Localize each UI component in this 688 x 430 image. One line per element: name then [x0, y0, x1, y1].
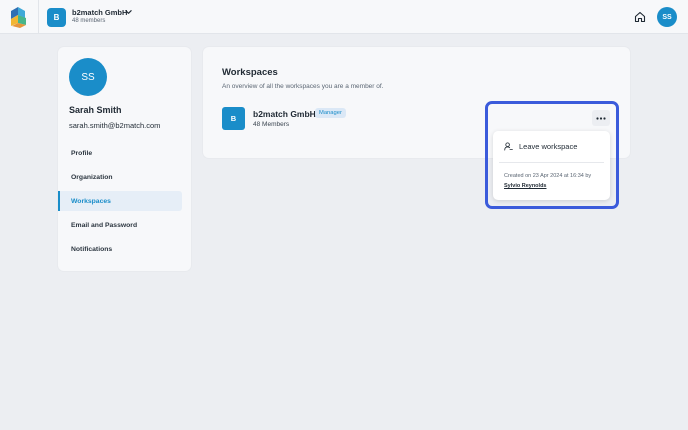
created-info: Created on 23 Apr 2024 at 16:34 by	[504, 173, 592, 179]
more-horizontal-icon	[596, 116, 606, 120]
page-subtitle: An overview of all the workspaces you ar…	[222, 83, 384, 90]
leave-workspace-menu-item[interactable]: Leave workspace	[493, 137, 610, 156]
user-remove-icon	[504, 142, 513, 151]
workspace-member-count: 48 Members	[253, 121, 290, 128]
creator-link[interactable]: Sylvio Reynolds	[504, 183, 547, 189]
topbar-divider	[38, 0, 39, 34]
b2match-logo[interactable]	[9, 6, 29, 28]
workspace-name[interactable]: b2match GmbH	[253, 109, 316, 119]
org-member-count: 48 members	[72, 18, 106, 24]
chevron-down-icon[interactable]	[125, 9, 132, 15]
role-badge: Manager	[315, 108, 346, 118]
nav-item-profile[interactable]: Profile	[58, 143, 191, 163]
org-avatar[interactable]: B	[47, 8, 66, 27]
menu-divider	[499, 162, 604, 163]
workspace-options-menu: Leave workspace Created on 23 Apr 2024 a…	[493, 131, 610, 200]
profile-avatar: SS	[69, 58, 107, 96]
workspace-avatar: B	[222, 107, 245, 130]
profile-card: SS Sarah Smith sarah.smith@b2match.com P…	[58, 47, 191, 271]
user-avatar[interactable]: SS	[657, 7, 677, 27]
nav-item-notifications[interactable]: Notifications	[58, 239, 191, 259]
home-icon[interactable]	[634, 11, 646, 23]
page-title: Workspaces	[222, 67, 278, 78]
top-bar: B b2match GmbH 48 members SS	[0, 0, 688, 34]
nav-item-organization[interactable]: Organization	[58, 167, 191, 187]
settings-nav: Profile Organization Workspaces Email an…	[58, 143, 191, 263]
leave-workspace-label: Leave workspace	[519, 142, 578, 151]
profile-email: sarah.smith@b2match.com	[69, 121, 161, 130]
nav-item-email-and-password[interactable]: Email and Password	[58, 215, 191, 235]
more-options-button[interactable]	[592, 110, 610, 126]
nav-item-workspaces[interactable]: Workspaces	[58, 191, 182, 211]
org-switcher-name[interactable]: b2match GmbH	[72, 8, 127, 17]
profile-name: Sarah Smith	[69, 105, 122, 115]
